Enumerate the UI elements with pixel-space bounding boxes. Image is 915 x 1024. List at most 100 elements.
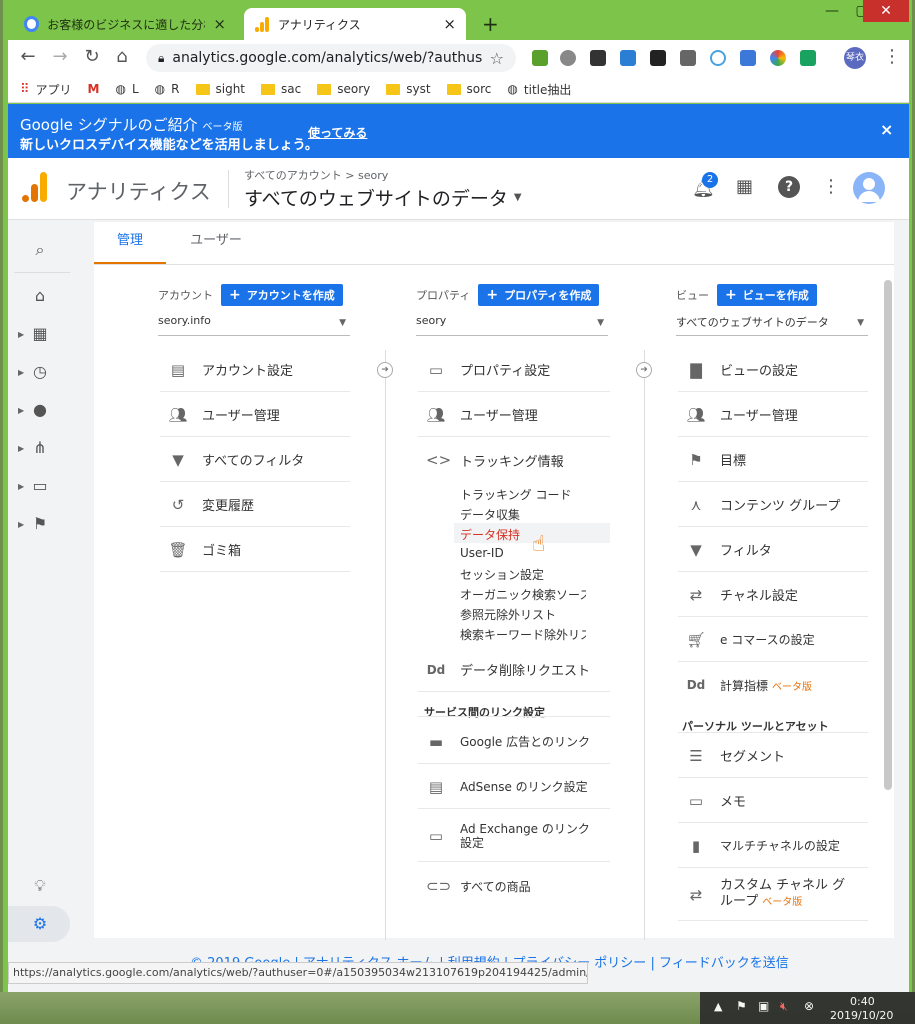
extension-color-icon[interactable] — [770, 50, 786, 66]
extension-s-icon[interactable] — [620, 50, 636, 66]
conversions-flag-icon[interactable]: ⚑ — [30, 514, 50, 534]
session-settings-link[interactable]: セッション設定 — [460, 566, 544, 583]
property-settings[interactable]: ▭ プロパティ設定 — [418, 348, 610, 392]
audience-person-icon[interactable]: ● — [30, 400, 50, 420]
data-deletion-requests[interactable]: Dd データ削除リクエスト — [418, 648, 610, 692]
ad-exchange-linking[interactable]: ▭ Ad Exchange のリンク設定 — [418, 810, 610, 862]
home-icon[interactable]: ⌂ — [110, 46, 134, 67]
try-it-link[interactable]: 使ってみる — [308, 124, 367, 141]
new-tab-icon[interactable]: + — [482, 12, 499, 36]
extension-calendar-icon[interactable] — [740, 50, 756, 66]
view-channel-settings[interactable]: ⇄ チャネル設定 — [678, 573, 868, 617]
banner-close-icon[interactable]: × — [880, 120, 893, 139]
account-all-filters[interactable]: ▼ すべてのフィルタ — [160, 438, 350, 482]
acquisition-icon[interactable]: ⋔ — [30, 438, 50, 458]
bookmark-star-icon[interactable]: ☆ — [490, 49, 504, 68]
view-content-grouping[interactable]: ⋏ コンテンツ グループ — [678, 483, 868, 527]
tray-up-arrow-icon[interactable]: ▲ — [714, 1000, 722, 1013]
bookmark-sorc[interactable]: sorc — [446, 82, 491, 96]
reload-icon[interactable]: ↻ — [80, 46, 104, 67]
user-id-link[interactable]: User-ID — [460, 546, 504, 560]
admin-gear-icon[interactable]: ⚙ — [30, 914, 50, 934]
bookmark-title[interactable]: ◍ title抽出 — [507, 81, 571, 98]
bookmark-sac[interactable]: sac — [261, 82, 301, 96]
address-bar[interactable]: 🔒︎ analytics.google.com/analytics/web/?a… — [146, 44, 516, 72]
create-view-button[interactable]: + ビューを作成 — [717, 284, 817, 306]
extension-gear-icon[interactable] — [560, 50, 576, 66]
tray-time[interactable]: 0:40 — [850, 995, 875, 1008]
bookmark-r[interactable]: ◍ R — [155, 82, 180, 96]
tray-date[interactable]: 2019/10/20 — [830, 1009, 893, 1022]
all-products[interactable]: ⊂⊃ すべての商品 — [418, 864, 610, 908]
extension-clover-icon[interactable] — [532, 50, 548, 66]
tab-users[interactable]: ユーザー — [166, 222, 266, 264]
google-ads-linking[interactable]: ▬ Google 広告とのリンク — [418, 720, 610, 764]
extension-qr-icon[interactable] — [650, 50, 666, 66]
tab-admin[interactable]: 管理 — [94, 222, 166, 264]
account-avatar-icon[interactable] — [853, 172, 885, 204]
account-trash[interactable]: 🗑︎ ゴミ箱 — [160, 528, 350, 572]
data-retention-link[interactable]: データ保持 — [460, 526, 520, 543]
referral-exclusion-link[interactable]: 参照元除外リスト — [460, 606, 556, 623]
create-property-button[interactable]: + プロパティを作成 — [478, 284, 600, 306]
tray-volume-muted-icon[interactable]: 🔇︎ — [780, 999, 788, 1014]
data-collection-link[interactable]: データ収集 — [460, 506, 520, 523]
view-user-management[interactable]: 👥︎ ユーザー管理 — [678, 393, 868, 437]
tab-inactive[interactable]: お客様のビジネスに適した分析ツール × — [14, 8, 236, 40]
view-selector[interactable]: すべてのウェブサイトのデータ ▼ — [676, 314, 868, 336]
tracking-code-link[interactable]: トラッキング コード — [460, 486, 571, 503]
bookmark-gmail[interactable]: M — [88, 82, 100, 96]
more-vert-icon[interactable]: ⋮ — [822, 176, 840, 197]
create-account-button[interactable]: + アカウントを作成 — [221, 284, 343, 306]
tray-network-icon[interactable]: ▣ — [758, 999, 769, 1013]
account-change-history[interactable]: ↺ 変更履歴 — [160, 483, 350, 527]
account-settings[interactable]: ▤ アカウント設定 — [160, 348, 350, 392]
view-segments[interactable]: ☰ セグメント — [678, 734, 868, 778]
extension-s-green-icon[interactable] — [800, 50, 816, 66]
close-tab-icon[interactable]: × — [213, 15, 226, 33]
property-user-management[interactable]: 👥︎ ユーザー管理 — [418, 393, 610, 437]
forward-icon[interactable]: → — [48, 46, 72, 67]
tray-ime-icon[interactable]: ⊗ — [804, 999, 814, 1013]
profile-avatar[interactable]: 琴衣 — [844, 47, 866, 69]
search-term-exclusion-link[interactable]: 検索キーワード除外リスト — [460, 626, 586, 643]
insights-bulb-icon[interactable]: 💡︎ — [30, 876, 50, 896]
close-tab-icon[interactable]: × — [443, 15, 456, 33]
view-custom-channel-grouping[interactable]: ⇄ カスタム チャネル グループ ベータ版 — [678, 869, 868, 921]
window-close-icon[interactable]: ✕ — [863, 0, 909, 22]
extension-keyboard-icon[interactable] — [680, 50, 696, 66]
view-multichannel-settings[interactable]: ▮ マルチチャネルの設定 — [678, 824, 868, 868]
extension-search-icon[interactable] — [710, 50, 726, 66]
view-selector[interactable]: すべてのウェブサイトのデータ ▼ — [244, 184, 522, 211]
search-icon[interactable]: ⌕ — [30, 240, 50, 260]
view-goals[interactable]: ⚑ 目標 — [678, 438, 868, 482]
tab-active[interactable]: アナリティクス × — [244, 8, 466, 40]
view-ecommerce-settings[interactable]: 🛒︎ e コマースの設定 — [678, 618, 868, 662]
adsense-linking[interactable]: ▤ AdSense のリンク設定 — [418, 765, 610, 809]
property-tracking-info[interactable]: <> トラッキング情報 — [418, 438, 610, 482]
view-calculated-metrics[interactable]: Dd 計算指標 ベータ版 — [678, 663, 868, 707]
bookmark-l[interactable]: ◍ L — [116, 82, 139, 96]
bookmark-apps[interactable]: ⠿ アプリ — [20, 81, 72, 98]
chrome-menu-icon[interactable]: ⋮ — [880, 46, 904, 67]
bookmark-sight[interactable]: sight — [195, 82, 245, 96]
back-icon[interactable]: ← — [16, 46, 40, 67]
tray-flag-icon[interactable]: ⚑ — [736, 999, 747, 1013]
home-icon[interactable]: ⌂ — [30, 286, 50, 306]
view-settings[interactable]: ▇ ビューの設定 — [678, 348, 868, 392]
customization-icon[interactable]: ▦ — [30, 324, 50, 344]
bookmark-syst[interactable]: syst — [386, 82, 431, 96]
minimize-icon[interactable]: — — [818, 0, 846, 22]
behavior-icon[interactable]: ▭ — [30, 476, 50, 496]
organic-search-sources-link[interactable]: オーガニック検索ソース — [460, 586, 586, 603]
extension-alt-icon[interactable] — [590, 50, 606, 66]
account-user-management[interactable]: 👥︎ ユーザー管理 — [160, 393, 350, 437]
apps-grid-icon[interactable]: ▦ — [736, 176, 753, 197]
help-icon[interactable]: ? — [778, 176, 800, 198]
breadcrumb[interactable]: すべてのアカウント > seory — [244, 167, 388, 183]
view-annotations[interactable]: ▭ メモ — [678, 779, 868, 823]
bookmark-seory[interactable]: seory — [317, 82, 370, 96]
account-selector[interactable]: seory.info ▼ — [158, 314, 350, 336]
property-selector[interactable]: seory ▼ — [416, 314, 608, 336]
realtime-clock-icon[interactable]: ◷ — [30, 362, 50, 382]
